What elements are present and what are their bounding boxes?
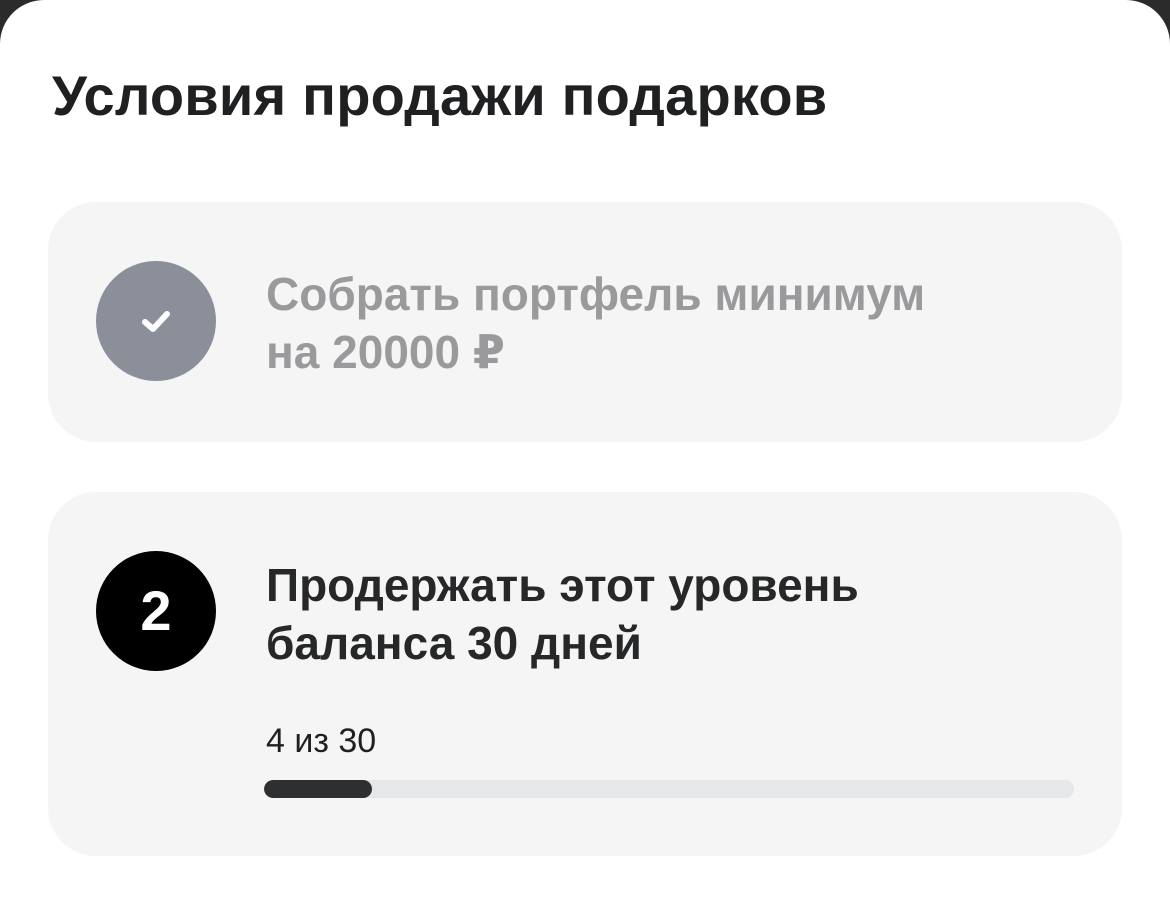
step-number: 2	[140, 579, 172, 642]
checkmark-icon	[142, 311, 170, 332]
progress-bar	[264, 780, 1074, 798]
condition-card-active: 2 Продержать этот уровень баланса 30 дне…	[48, 492, 1122, 856]
progress-bar-fill	[264, 780, 372, 798]
condition-text-line: Продержать этот уровень	[266, 559, 859, 611]
step-number-badge: 2	[96, 551, 216, 671]
progress-label: 4 из 30	[266, 722, 377, 760]
bottom-sheet: Условия продажи подарков Собрать портфел…	[0, 0, 1170, 904]
sheet-title: Условия продажи подарков	[52, 64, 828, 127]
condition-text-line: на 20000 ₽	[266, 326, 505, 378]
condition-card-completed: Собрать портфель минимум на 20000 ₽	[48, 202, 1122, 442]
completed-step-badge	[96, 261, 216, 381]
condition-text: Собрать портфель минимум на 20000 ₽	[266, 265, 1066, 381]
condition-text: Продержать этот уровень баланса 30 дней	[266, 556, 1066, 672]
condition-text-line: баланса 30 дней	[266, 617, 642, 669]
condition-text-line: Собрать портфель минимум	[266, 268, 926, 320]
